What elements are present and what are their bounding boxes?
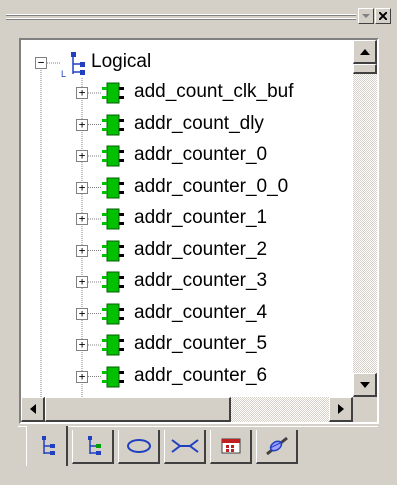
component-block-icon bbox=[102, 240, 124, 261]
expand-toggle[interactable]: + bbox=[76, 150, 88, 162]
component-block-icon bbox=[102, 208, 124, 230]
component-block-icon bbox=[102, 82, 124, 104]
tree-item-label: add_count_clk_buf bbox=[134, 81, 294, 102]
physical-hierarchy-icon bbox=[87, 436, 101, 455]
scroll-right-button[interactable] bbox=[329, 397, 353, 422]
scroll-left-button[interactable] bbox=[21, 397, 45, 422]
panel-grip[interactable] bbox=[6, 14, 356, 22]
tree-root-label: Logical bbox=[91, 51, 152, 72]
tree-item[interactable]: + addr_counter_2 bbox=[21, 236, 351, 266]
scroll-up-button[interactable] bbox=[353, 40, 377, 64]
tab-logical[interactable] bbox=[26, 426, 68, 466]
tree-item-label: addr_count_dly bbox=[134, 112, 264, 134]
probe-tool-icon bbox=[265, 436, 288, 456]
vertical-scroll-thumb[interactable] bbox=[353, 64, 377, 74]
tree-item-label: addr_counter_3 bbox=[134, 270, 268, 291]
tree-item[interactable]: + addr_counter_0_0 bbox=[21, 173, 351, 203]
calendar-grid-icon bbox=[221, 438, 240, 454]
tree-item[interactable]: + addr_counter_1 bbox=[21, 204, 351, 234]
component-block-icon bbox=[102, 114, 124, 135]
panel-close-button[interactable] bbox=[375, 8, 391, 24]
tree-item[interactable]: + addr_counter_3 bbox=[21, 267, 351, 297]
expand-toggle[interactable]: + bbox=[76, 213, 88, 225]
chevron-down-icon bbox=[362, 14, 370, 18]
tree-item[interactable]: + add_count_clk_buf bbox=[21, 78, 351, 108]
component-block-icon bbox=[102, 366, 124, 387]
component-block-icon bbox=[102, 271, 124, 293]
horizontal-scrollbar[interactable] bbox=[21, 397, 353, 422]
scroll-down-button[interactable] bbox=[353, 373, 377, 397]
logical-hierarchy-icon: L bbox=[61, 52, 85, 78]
expand-toggle[interactable]: + bbox=[76, 370, 88, 383]
tree-root[interactable]: − L Logical bbox=[21, 48, 351, 78]
tree-item-label: addr_counter_0_0 bbox=[134, 175, 289, 197]
arrow-up-icon bbox=[359, 48, 370, 55]
component-block-icon bbox=[102, 303, 124, 324]
tree-item-label: addr_counter_2 bbox=[134, 238, 268, 260]
expand-toggle[interactable]: + bbox=[76, 181, 88, 194]
net-connector-icon bbox=[170, 439, 199, 453]
expand-toggle[interactable]: + bbox=[76, 339, 88, 351]
tree-item[interactable]: + addr_counter_5 bbox=[21, 330, 351, 360]
component-block-icon bbox=[102, 334, 124, 356]
component-block-icon bbox=[102, 145, 124, 167]
arrow-left-icon bbox=[29, 404, 36, 414]
vertical-scrollbar[interactable] bbox=[353, 40, 377, 397]
tree-item-label: addr_counter_1 bbox=[134, 207, 268, 228]
tab-physical[interactable] bbox=[72, 430, 114, 464]
component-block-icon bbox=[102, 177, 124, 198]
tab-nets[interactable] bbox=[164, 430, 206, 464]
tree-item-label: addr_counter_0 bbox=[134, 144, 268, 165]
collapse-toggle[interactable]: − bbox=[35, 57, 47, 69]
tab-shapes[interactable] bbox=[118, 430, 160, 464]
tree-item[interactable]: + addr_count_dly bbox=[21, 110, 351, 140]
expand-toggle[interactable]: + bbox=[76, 307, 88, 320]
close-icon bbox=[379, 12, 387, 20]
panel-dropdown-button[interactable] bbox=[358, 8, 374, 24]
tree-item[interactable]: + addr_counter_4 bbox=[21, 299, 351, 329]
tree-item-label: addr_counter_6 bbox=[134, 364, 268, 386]
tree-item[interactable]: + addr_counter_6 bbox=[21, 362, 351, 392]
tree-item-label: addr_counter_4 bbox=[134, 301, 268, 323]
expand-toggle[interactable]: + bbox=[76, 244, 88, 257]
arrow-down-icon bbox=[359, 381, 370, 388]
arrow-right-icon bbox=[337, 404, 344, 414]
tree-item-label: addr_counter_5 bbox=[134, 333, 268, 354]
tab-probe[interactable] bbox=[256, 430, 298, 464]
horizontal-scroll-thumb[interactable] bbox=[45, 397, 231, 422]
expand-toggle[interactable]: + bbox=[76, 87, 88, 99]
scrollbar-corner bbox=[353, 397, 377, 422]
hierarchy-panel: − L Logical + add_count_clk_buf + addr_coun… bbox=[19, 38, 379, 424]
tree-item[interactable]: + addr_counter_0 bbox=[21, 141, 351, 171]
tab-strip-divider bbox=[18, 426, 378, 427]
logical-hierarchy-icon bbox=[41, 436, 55, 455]
ellipse-icon bbox=[126, 439, 151, 453]
tab-schedule[interactable] bbox=[210, 430, 252, 464]
expand-toggle[interactable]: + bbox=[76, 118, 88, 131]
svg-text:L: L bbox=[61, 69, 66, 78]
design-tree[interactable]: − L Logical + add_count_clk_buf + addr_coun… bbox=[21, 40, 353, 397]
expand-toggle[interactable]: + bbox=[76, 276, 88, 288]
